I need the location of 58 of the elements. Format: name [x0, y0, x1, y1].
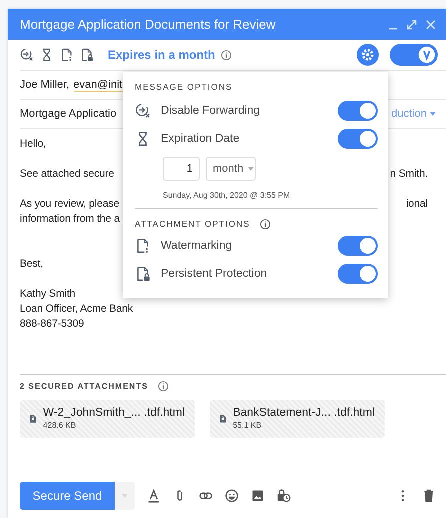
section-heading: MESSAGE OPTIONS: [135, 82, 234, 94]
caret-icon: [248, 167, 254, 171]
body-text: n Smith.: [390, 167, 428, 182]
file-name: W-2_JohnSmith_...: [43, 407, 141, 419]
expand-icon[interactable]: [407, 20, 417, 30]
body-text: ional: [406, 197, 428, 212]
locked-document-icon: [80, 47, 94, 63]
attachments-heading: 2 SECURED ATTACHMENTS: [20, 382, 148, 391]
body-text: Kathy Smith: [20, 287, 76, 302]
settings-icon[interactable]: [357, 44, 379, 66]
section-heading: ATTACHMENT OPTIONS: [135, 219, 250, 229]
delete-icon[interactable]: [422, 489, 436, 503]
subject-text: Mortgage Applicatio: [20, 108, 117, 120]
body-text: As you review, please: [20, 197, 120, 212]
option-label: Expiration Date: [161, 132, 240, 144]
body-text: Best,: [20, 257, 44, 272]
toggle-switch[interactable]: [338, 128, 378, 148]
image-icon[interactable]: [251, 489, 265, 503]
recipient-names: Joe Miller,: [20, 79, 70, 91]
body-text: See attached secure: [20, 167, 114, 182]
toggle-switch[interactable]: [338, 264, 378, 284]
body-text: Hello,: [20, 137, 46, 152]
forward-off-icon: [20, 47, 34, 63]
lock-clock-icon[interactable]: [277, 489, 291, 503]
option-label: Persistent Protection: [161, 268, 268, 280]
file-size: 428.6 KB: [43, 421, 76, 430]
close-icon[interactable]: [426, 20, 436, 30]
option-label: Disable Forwarding: [161, 104, 260, 116]
secure-send-button[interactable]: Secure Send: [20, 482, 115, 510]
document-icon: [135, 236, 151, 254]
body-text: information from the a: [20, 212, 120, 227]
body-text: 888-867-5309: [20, 317, 84, 332]
expiry-date: Sunday, Aug 30th, 2020 @ 3:55 PM: [163, 191, 292, 200]
forward-off-icon: [135, 102, 151, 120]
duration-field[interactable]: 1: [163, 157, 200, 181]
info-icon[interactable]: [158, 381, 170, 392]
info-icon[interactable]: [260, 218, 272, 230]
document-icon: [60, 47, 74, 63]
caret-icon: [430, 112, 436, 116]
expiry-link[interactable]: Expires in a month: [108, 48, 216, 62]
body-text: Loan Officer, Acme Bank: [20, 302, 134, 317]
file-extension: .tdf.html: [144, 407, 185, 419]
toggle-switch[interactable]: [338, 236, 378, 256]
info-icon[interactable]: [221, 50, 232, 60]
window-title: Mortgage Application Documents for Review: [20, 17, 277, 32]
toggle-switch[interactable]: [338, 100, 378, 120]
attachment-card[interactable]: W-2_JohnSmith_... .tdf.html 428.6 KB: [20, 400, 195, 438]
file-name: BankStatement-J...: [233, 407, 331, 419]
file-extension: .tdf.html: [334, 407, 375, 419]
option-label: Watermarking: [161, 240, 232, 252]
attachment-card[interactable]: BankStatement-J... .tdf.html 55.1 KB: [210, 400, 385, 438]
emoji-icon[interactable]: [225, 489, 239, 503]
file-size: 55.1 KB: [233, 421, 262, 430]
locked-document-icon: [135, 264, 151, 282]
v-logo-icon: [418, 46, 436, 64]
unit-dropdown[interactable]: month: [206, 157, 256, 181]
text-format-icon[interactable]: [147, 489, 161, 503]
secure-mode-toggle[interactable]: [390, 44, 438, 66]
